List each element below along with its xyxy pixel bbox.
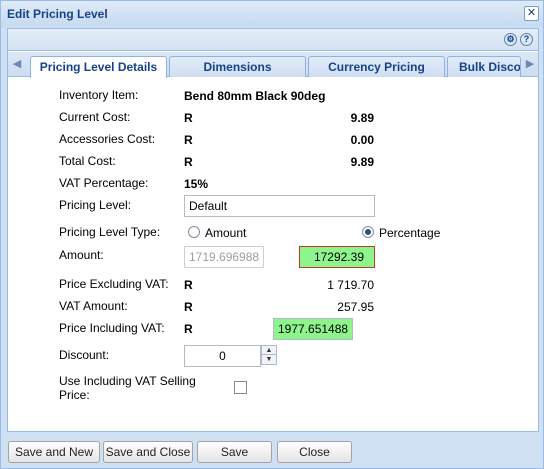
edit-pricing-level-dialog: Edit Pricing Level ✕ ⚙ ? ◀ Pricing Level… [0,0,544,469]
tab-bulk-discount[interactable]: Bulk Discou [447,56,521,77]
discount-spinner[interactable]: ▲ ▼ [261,345,277,365]
use-incl-vat-checkbox[interactable] [234,381,247,394]
tab-pricing-level-details[interactable]: Pricing Level Details [30,56,167,78]
use-incl-vat-label-line1: Use Including VAT Selling [59,374,196,388]
current-cost-currency: R [184,111,193,125]
tab-strip: ◀ Pricing Level Details Dimensions Curre… [8,52,539,78]
vat-amount-currency: R [184,300,193,314]
vat-amount-label: VAT Amount: [59,299,128,313]
discount-label: Discount: [59,348,110,362]
amount-label: Amount: [59,248,104,262]
help-icon[interactable]: ? [520,33,533,46]
total-cost-value: 9.89 [350,155,374,169]
panel-toolbar: ⚙ ? [8,29,538,51]
price-incl-vat-label: Price Including VAT: [59,321,165,335]
spinner-up-icon[interactable]: ▲ [262,346,276,355]
tab-currency-pricing[interactable]: Currency Pricing [308,56,445,77]
radio-amount[interactable] [188,226,200,238]
vat-percentage-value: 15% [184,177,209,191]
dialog-footer: Save and New Save and Close Save Close [7,438,539,466]
spinner-down-icon[interactable]: ▼ [262,355,276,364]
inventory-item-label: Inventory Item: [59,88,139,102]
current-cost-label: Current Cost: [59,110,131,124]
total-cost-label: Total Cost: [59,154,116,168]
price-excl-vat-value: 1 719.70 [327,278,374,292]
gear-icon[interactable]: ⚙ [504,33,517,46]
percentage-value-input[interactable]: 17292.39 [299,246,375,268]
pricing-level-input[interactable]: Default [184,195,375,217]
radio-amount-label: Amount [205,226,247,240]
accessories-cost-currency: R [184,133,193,147]
save-button[interactable]: Save [197,441,272,463]
radio-percentage-label: Percentage [379,226,441,240]
arrow-left-icon[interactable]: ◀ [8,52,26,76]
pricing-level-type-label: Pricing Level Type: [59,225,161,239]
discount-input[interactable]: 0 [184,345,261,367]
inventory-item-value: Bend 80mm Black 90deg [184,89,326,103]
accessories-cost-value: 0.00 [350,133,374,147]
vat-amount-value: 257.95 [337,300,374,314]
arrow-right-icon[interactable]: ▶ [521,52,539,76]
amount-value-input: 1719.696988⁠ [184,246,264,268]
price-incl-vat-currency: R [184,322,193,336]
save-and-close-button[interactable]: Save and Close [103,441,193,463]
dialog-title: Edit Pricing Level [7,7,108,21]
accessories-cost-label: Accessories Cost: [59,132,156,146]
radio-percentage[interactable] [362,226,374,238]
price-excl-vat-currency: R [184,278,193,292]
pricing-level-form: Inventory Item: Bend 80mm Black 90deg Cu… [8,78,538,433]
save-and-new-button[interactable]: Save and New [8,441,100,463]
dialog-titlebar[interactable]: Edit Pricing Level ✕ [1,1,543,27]
vat-percentage-label: VAT Percentage: [59,176,149,190]
price-incl-vat-input[interactable]: 1977.651488 [273,318,353,340]
close-icon[interactable]: ✕ [524,6,539,21]
dialog-body: ⚙ ? ◀ Pricing Level Details Dimensions C… [7,28,539,432]
tab-dimensions[interactable]: Dimensions [169,56,306,77]
total-cost-currency: R [184,155,193,169]
current-cost-value: 9.89 [350,111,374,125]
close-button[interactable]: Close [277,441,352,463]
price-excl-vat-label: Price Excluding VAT: [59,277,169,291]
use-incl-vat-label-line2: Price: [59,388,90,402]
pricing-level-label: Pricing Level: [59,198,132,212]
